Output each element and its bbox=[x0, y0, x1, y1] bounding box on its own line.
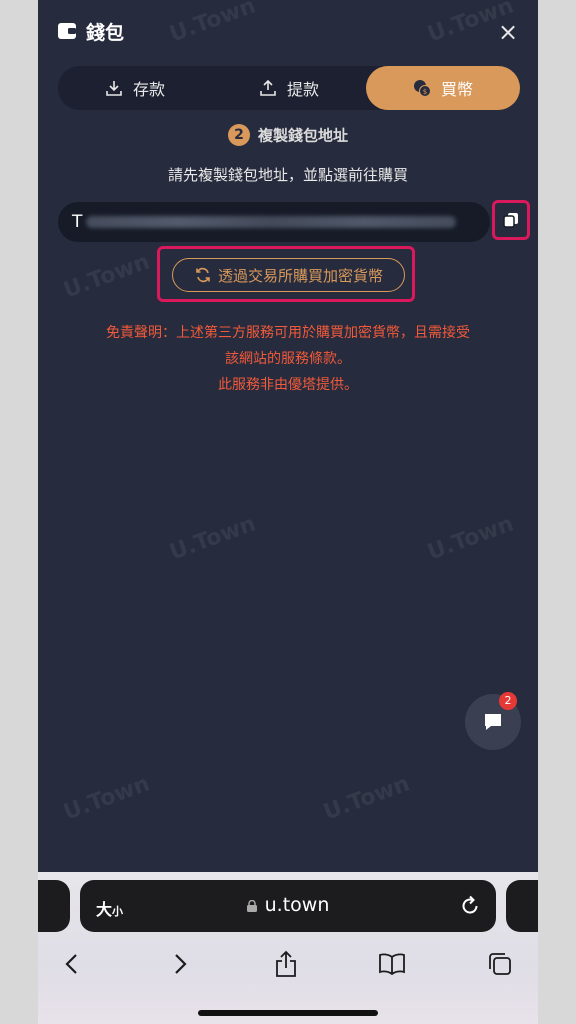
browser-chrome: 大小 u.town bbox=[38, 872, 538, 1024]
right-margin bbox=[538, 0, 576, 1024]
back-button[interactable] bbox=[54, 946, 90, 982]
share-button[interactable] bbox=[268, 946, 304, 982]
address-redacted bbox=[86, 216, 456, 228]
disclaimer-line: 免責聲明：上述第三方服務可用於購買加密貨幣，且需接受 bbox=[106, 325, 470, 341]
copy-button[interactable] bbox=[496, 204, 526, 236]
tab-withdraw[interactable]: 提款 bbox=[212, 66, 366, 110]
address-bar[interactable]: 大小 u.town bbox=[80, 880, 496, 932]
buy-via-exchange-button[interactable]: 透過交易所購買加密貨幣 bbox=[172, 258, 405, 292]
wallet-icon bbox=[58, 23, 76, 39]
exchange-button-label: 透過交易所購買加密貨幣 bbox=[217, 266, 383, 285]
exchange-icon bbox=[196, 267, 210, 283]
tab-label: 買幣 bbox=[440, 80, 473, 99]
lock-icon bbox=[246, 899, 257, 912]
wallet-modal: U.Town U.Town U.Town U.Town U.Town U.Tow… bbox=[38, 0, 538, 872]
url-display: u.town bbox=[80, 894, 496, 916]
svg-text:$: $ bbox=[423, 88, 427, 96]
watermark: U.Town bbox=[60, 771, 154, 826]
modal-title: 錢包 bbox=[86, 22, 125, 44]
watermark: U.Town bbox=[320, 771, 414, 826]
chat-badge: 2 bbox=[499, 692, 517, 710]
wallet-address-field[interactable]: T bbox=[58, 202, 490, 242]
instruction-text: 請先複製錢包地址，並點選前往購買 bbox=[167, 166, 408, 184]
disclaimer-line: 此服務非由優塔提供。 bbox=[218, 377, 358, 393]
browser-toolbar bbox=[38, 946, 538, 982]
bookmarks-button[interactable] bbox=[374, 946, 410, 982]
copy-icon bbox=[503, 213, 518, 228]
left-margin bbox=[0, 0, 38, 1024]
previous-tab-preview[interactable] bbox=[38, 880, 70, 932]
coins-icon: $ bbox=[413, 80, 431, 97]
watermark: U.Town bbox=[166, 511, 260, 566]
step-number: 2 bbox=[227, 124, 250, 146]
disclaimer: 免責聲明：上述第三方服務可用於購買加密貨幣，且需接受 該網站的服務條款。 此服務… bbox=[62, 320, 514, 398]
upload-icon bbox=[260, 79, 276, 96]
url-text: u.town bbox=[264, 894, 330, 916]
home-indicator bbox=[198, 1010, 378, 1016]
tabs-icon bbox=[489, 953, 511, 975]
step-indicator: 2 複製錢包地址 bbox=[38, 124, 538, 146]
tabs-button[interactable] bbox=[482, 946, 518, 982]
next-tab-preview[interactable] bbox=[506, 880, 538, 932]
step-label: 複製錢包地址 bbox=[257, 126, 348, 145]
tab-label: 提款 bbox=[286, 80, 319, 99]
chevron-left-icon bbox=[65, 954, 77, 974]
wallet-tabs: 存款 提款 $ 買幣 bbox=[58, 66, 520, 110]
tab-buy-coin[interactable]: $ 買幣 bbox=[366, 66, 520, 110]
forward-button[interactable] bbox=[162, 946, 198, 982]
chat-icon bbox=[485, 714, 501, 730]
address-prefix: T bbox=[72, 212, 83, 232]
modal-header: 錢包 × bbox=[38, 0, 538, 64]
tab-label: 存款 bbox=[132, 80, 165, 99]
tab-deposit[interactable]: 存款 bbox=[58, 66, 212, 110]
watermark: U.Town bbox=[424, 511, 518, 566]
disclaimer-line: 該網站的服務條款。 bbox=[225, 351, 351, 367]
share-icon bbox=[276, 950, 296, 977]
watermark: U.Town bbox=[60, 249, 154, 304]
download-icon bbox=[106, 81, 122, 96]
reload-icon[interactable] bbox=[458, 894, 482, 918]
close-button[interactable]: × bbox=[496, 20, 520, 44]
chevron-right-icon bbox=[175, 954, 187, 974]
book-icon bbox=[379, 953, 405, 976]
